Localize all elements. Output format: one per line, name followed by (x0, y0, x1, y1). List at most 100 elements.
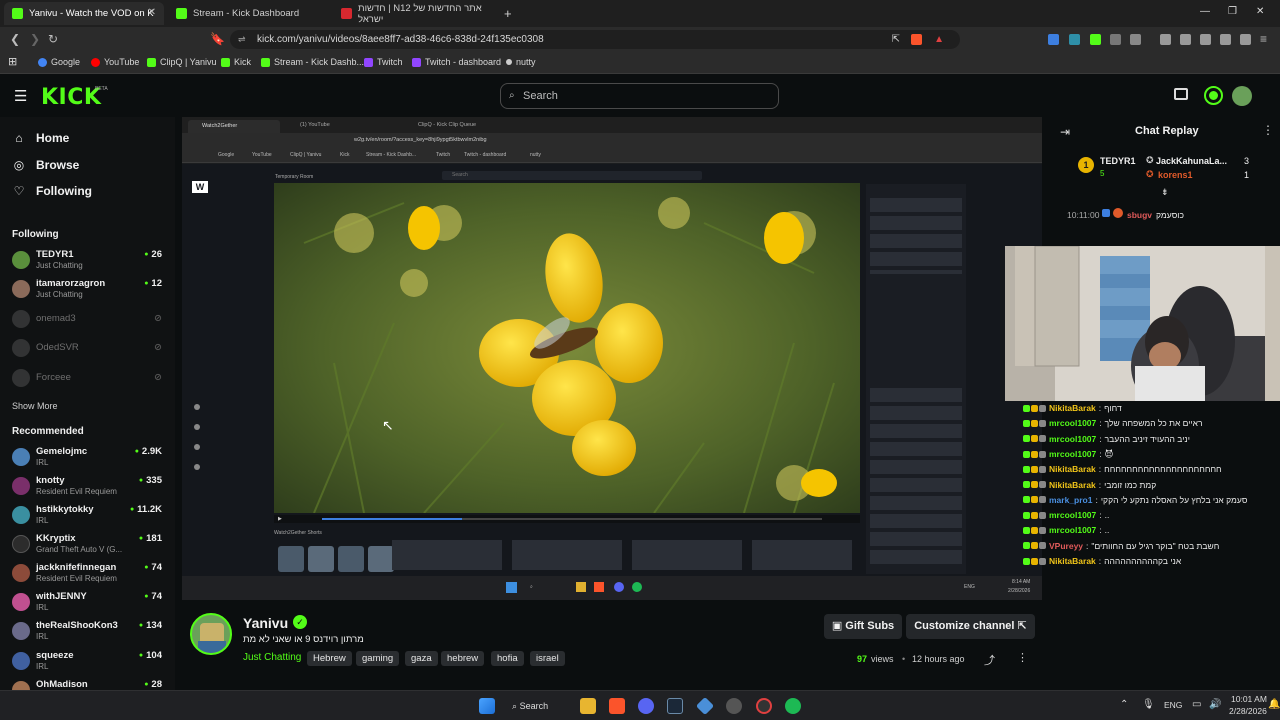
message-username[interactable]: sbugv (1127, 210, 1152, 220)
tab-kick-dashboard[interactable]: Stream - Kick Dashboard (168, 2, 328, 25)
search-input[interactable]: ⌕ Search (500, 83, 779, 109)
following-channel-onemad3[interactable]: onemad3 ⊘ (12, 308, 162, 334)
tag-hebrew-lower[interactable]: hebrew (441, 651, 485, 666)
message-username[interactable]: mrcool1007 (1049, 418, 1096, 428)
windows-start-icon[interactable] (479, 698, 495, 714)
forward-icon[interactable]: ❯ (30, 32, 40, 46)
recommended-channel[interactable]: squeeze IRL 104 (12, 650, 162, 676)
following-channel-odedsvr[interactable]: OdedSVR ⊘ (12, 337, 162, 363)
extension-icon-1[interactable] (1048, 34, 1059, 45)
following-channel-tedyr1[interactable]: TEDYR1 Just Chatting 26 (12, 249, 162, 275)
sidebar-toggle-icon[interactable] (1180, 34, 1191, 45)
channel-name[interactable]: Yanivu (243, 615, 288, 631)
recommended-channel[interactable]: KKryptix Grand Theft Auto V (G... 181 (12, 533, 162, 559)
brave-rewards-icon[interactable]: ▲ (934, 30, 944, 49)
bookmark-youtube[interactable]: YouTube (91, 57, 139, 67)
notification-bell-icon[interactable]: 🔔 (1268, 699, 1280, 710)
message-username[interactable]: mrcool1007 (1049, 510, 1096, 520)
network-icon[interactable]: ▭ (1192, 699, 1201, 710)
microphone-icon[interactable]: 🎙 (1142, 699, 1155, 710)
bookmark-clipq[interactable]: ClipQ | Yanivu (147, 57, 217, 67)
language-indicator[interactable]: ENG (1164, 700, 1182, 710)
message-username[interactable]: NikitaBarak (1049, 556, 1096, 566)
steam-icon[interactable] (667, 698, 683, 714)
chat-menu-icon[interactable]: ⋮ (1262, 123, 1274, 137)
new-tab-button[interactable]: + (496, 2, 516, 25)
kick-coin-icon[interactable] (1204, 86, 1223, 105)
spotify-icon[interactable] (785, 698, 801, 714)
site-info-icon[interactable]: ⇌ (238, 30, 246, 49)
collapse-chat-icon[interactable]: ⇥ (1060, 125, 1070, 139)
recommended-channel[interactable]: jackknifefinnegan Resident Evil Requiem … (12, 562, 162, 588)
sidebar-nav-following[interactable]: ♡ Following (12, 184, 92, 198)
url-input[interactable]: ⇌ kick.com/yanivu/videos/8aee8ff7-ad38-4… (230, 30, 960, 49)
show-more-link[interactable]: Show More (12, 401, 58, 411)
reload-icon[interactable]: ↻ (48, 32, 58, 46)
tag-hofia[interactable]: hofia (491, 651, 524, 666)
leo-icon[interactable] (1220, 34, 1231, 45)
apps-grid-icon[interactable]: ⊞ (8, 55, 17, 68)
file-explorer-icon[interactable] (580, 698, 596, 714)
vpn-icon[interactable] (1240, 34, 1251, 45)
message-username[interactable]: NikitaBarak (1049, 480, 1096, 490)
category-link[interactable]: Just Chatting (243, 652, 301, 663)
leaderboard-user[interactable]: korens1 (1158, 170, 1193, 180)
show-hidden-icons-icon[interactable]: ⌃ (1120, 699, 1128, 710)
clock-time[interactable]: 10:01 AM (1231, 694, 1267, 704)
customize-channel-button[interactable]: Customize channel ⇱ (906, 614, 1035, 639)
clock-date[interactable]: 2/28/2026 (1229, 706, 1267, 716)
extension-icon-3[interactable] (1090, 34, 1101, 45)
bookmark-icon[interactable]: 🔖 (210, 32, 225, 46)
app-icon[interactable] (695, 696, 715, 716)
video-player[interactable]: Watch2Gether (1) YouTube ClipQ - Kick Cl… (182, 117, 1042, 600)
tag-hebrew[interactable]: Hebrew (307, 651, 352, 666)
sidebar-nav-browse[interactable]: ◎ Browse (12, 158, 80, 172)
tab-yanivu-vod[interactable]: Yanivu - Watch the VOD on K ✕ (4, 2, 164, 25)
recommended-channel[interactable]: withJENNY IRL 74 (12, 591, 162, 617)
extension-icon-2[interactable] (1069, 34, 1080, 45)
recommended-channel[interactable]: theRealShooKon3 IRL 134 (12, 620, 162, 646)
share-icon[interactable]: ⤴ (984, 652, 995, 668)
following-channel-itamarorzagron[interactable]: itamarorzagron Just Chatting 12 (12, 278, 162, 304)
recording-app-icon[interactable] (756, 698, 772, 714)
leaderboard-user[interactable]: JackKahunaLa... (1156, 156, 1227, 166)
hamburger-menu-icon[interactable]: ☰ (14, 87, 27, 105)
expand-leaderboard-icon[interactable]: ⇟ (1161, 187, 1169, 198)
bookmark-stream-dashboard[interactable]: Stream - Kick Dashb... (261, 57, 364, 67)
back-icon[interactable]: ❮ (10, 32, 20, 46)
channel-avatar[interactable] (190, 613, 232, 655)
tag-gaza[interactable]: gaza (405, 651, 438, 666)
recommended-channel[interactable]: hstikkytokky IRL 11.2K (12, 504, 162, 530)
wallet-icon[interactable] (1200, 34, 1211, 45)
sidebar-nav-home[interactable]: ⌂ Home (12, 131, 69, 145)
media-icon[interactable] (1160, 34, 1171, 45)
close-tab-icon[interactable]: ✕ (148, 7, 156, 18)
extension-icon-4[interactable] (1110, 34, 1121, 45)
volume-icon[interactable]: 🔊 (1209, 699, 1221, 710)
tag-israel[interactable]: israel (530, 651, 565, 666)
extension-icon-5[interactable] (1130, 34, 1141, 45)
message-username[interactable]: NikitaBarak (1049, 403, 1096, 413)
bookmark-google[interactable]: Google (38, 57, 80, 67)
message-username[interactable]: mark_pro1 (1049, 495, 1092, 505)
tab-n12-news[interactable]: חדשות | N12 אתר החדשות של ישראל (333, 2, 493, 25)
bookmark-kick[interactable]: Kick (221, 57, 251, 67)
maximize-icon[interactable]: ❐ (1228, 6, 1237, 17)
recommended-channel[interactable]: knotty Resident Evil Requiem 335 (12, 475, 162, 501)
leaderboard-user[interactable]: TEDYR1 (1100, 156, 1136, 166)
close-window-icon[interactable]: ✕ (1256, 6, 1264, 17)
kick-logo[interactable]: KICK (41, 85, 101, 110)
obs-icon[interactable] (726, 698, 742, 714)
message-username[interactable]: mrcool1007 (1049, 449, 1096, 459)
bookmark-nutty[interactable]: nutty (506, 57, 536, 67)
bookmark-twitch-dashboard[interactable]: Twitch - dashboard (412, 57, 501, 67)
share-icon[interactable]: ⇱ (892, 30, 900, 49)
more-options-icon[interactable]: ⋮ (1017, 651, 1028, 664)
message-username[interactable]: mrcool1007 (1049, 525, 1096, 535)
minimize-icon[interactable]: — (1200, 6, 1210, 17)
message-username[interactable]: VPureyy (1049, 541, 1083, 551)
following-channel-forceee[interactable]: Forceee ⊘ (12, 367, 162, 393)
recommended-channel[interactable]: OhMadison 28 (12, 679, 162, 690)
message-username[interactable]: NikitaBarak (1049, 464, 1096, 474)
message-username[interactable]: mrcool1007 (1049, 434, 1096, 444)
